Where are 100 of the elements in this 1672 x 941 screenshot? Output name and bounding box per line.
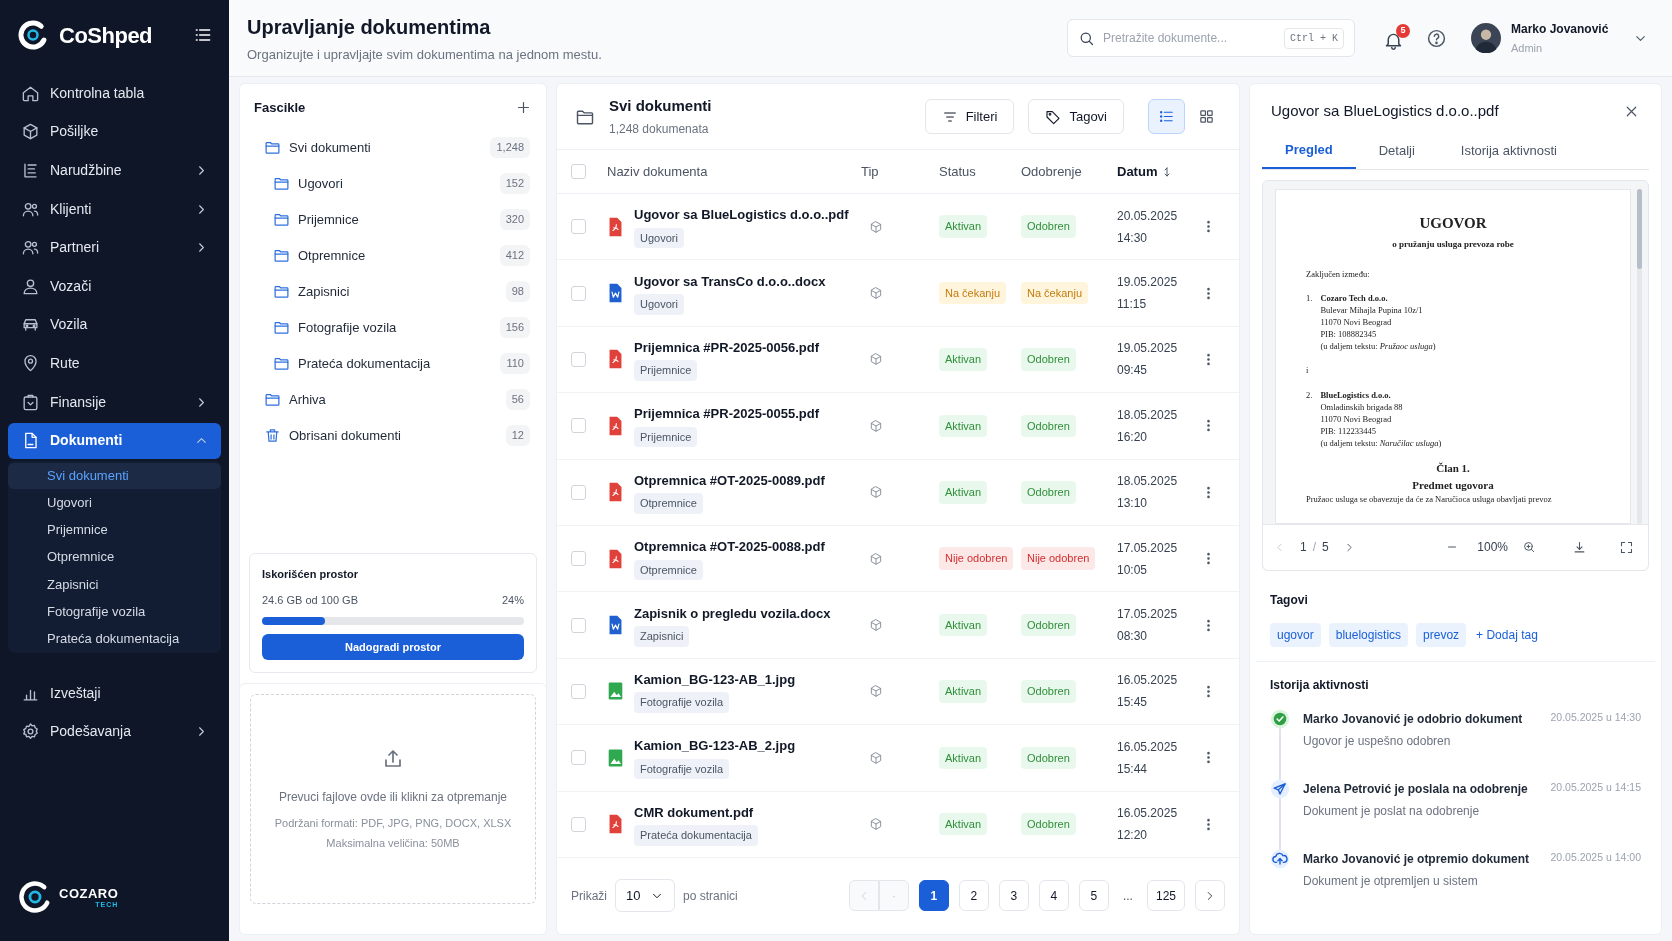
folder-item[interactable]: Zapisnici 98	[254, 273, 532, 310]
page-button[interactable]: 4	[1038, 880, 1069, 912]
status-badge: Aktivan	[939, 680, 988, 703]
party-detail: Bulevar Mihajla Pupina 10z/1	[1320, 304, 1424, 317]
notifications-button[interactable]: 5	[1381, 23, 1410, 53]
page-button[interactable]: 3	[998, 880, 1029, 912]
submenu-item[interactable]: Prijemnice	[8, 516, 221, 543]
filters-button[interactable]: Filteri	[924, 99, 1015, 134]
submenu-item[interactable]: Ugovori	[8, 489, 221, 516]
document-name[interactable]: Otpremnica #OT-2025-0089.pdf	[634, 470, 825, 491]
tab[interactable]: Pregled	[1262, 132, 1356, 169]
search-field[interactable]: Pretražite dokumente...	[1103, 29, 1276, 47]
checkbox[interactable]	[571, 164, 586, 179]
document-name[interactable]: Kamion_BG-123-AB_2.jpg	[634, 736, 796, 756]
sidebar-item[interactable]: Dokumenti	[8, 422, 221, 459]
submenu-item[interactable]: Prateća dokumentacija	[8, 625, 221, 652]
logo-icon	[17, 19, 49, 51]
upload-dropzone[interactable]: Prevuci fajlove ovde ili klikni za otpremanje Podržani formati: PDF, JPG, PNG, DOCX, XLSX Maksimalna veličina: 50MB	[250, 694, 536, 904]
tab[interactable]: Detalji	[1355, 132, 1438, 169]
table-row[interactable]: Ugovor sa BlueLogistics d.o.o..pdf Ugovori Aktivan Odobren 20.05.2025 14:30	[557, 194, 1239, 261]
document-name[interactable]: Zapisnik o pregledu vozila.docx	[634, 603, 831, 624]
status-badge: Aktivan	[939, 348, 988, 371]
checkbox[interactable]	[571, 484, 586, 500]
document-name[interactable]: Ugovor sa TransCo d.o.o..docx	[634, 271, 826, 292]
folder-item[interactable]: Prijemnice 320	[254, 201, 532, 238]
submenu-item[interactable]: Svi dokumenti	[8, 462, 221, 489]
checkbox[interactable]	[571, 816, 586, 832]
sidebar-item[interactable]: Podešavanja	[8, 713, 221, 750]
checkbox[interactable]	[571, 683, 586, 699]
table-row[interactable]: Otpremnica #OT-2025-0088.pdf Otpremnice Nije odobren Nije odobren 17.05.2025 10:05	[557, 525, 1239, 593]
sidebar-item[interactable]: Narudžbine	[8, 152, 221, 189]
sidebar-item[interactable]: Kontrolna tabla	[8, 75, 221, 112]
sidebar-item[interactable]: Vozila	[8, 306, 221, 343]
page-button[interactable]: 1	[918, 880, 949, 912]
sidebar-item[interactable]: Vozači	[8, 268, 221, 305]
page-size-select[interactable]: 10	[615, 879, 675, 913]
folder-item[interactable]: Ugovori 152	[254, 165, 532, 202]
add-tag-link[interactable]: + Dodaj tag	[1476, 625, 1538, 644]
checkbox[interactable]	[571, 285, 586, 301]
sidebar-item[interactable]: Klijenti	[8, 191, 221, 228]
checkbox[interactable]	[571, 750, 586, 766]
scrollbar-thumb[interactable]	[1637, 188, 1642, 269]
table-row[interactable]: Kamion_BG-123-AB_2.jpg Fotografije vozila Aktivan Odobren 16.05.2025 15:44	[557, 725, 1239, 792]
submenu-item[interactable]: Fotografije vozila	[8, 598, 221, 625]
help-button[interactable]	[1426, 27, 1447, 49]
table-row[interactable]: CMR dokument.pdf Prateća dokumentacija Aktivan Odobren 16.05.2025 12:20	[557, 791, 1239, 858]
checkbox[interactable]	[571, 418, 586, 434]
submenu-item[interactable]: Otpremnice	[8, 544, 221, 571]
document-name[interactable]: Prijemnica #PR-2025-0056.pdf	[634, 337, 819, 358]
status-badge: Aktivan	[939, 481, 988, 504]
search-bar[interactable]: Pretražite dokumente... Ctrl + K	[1067, 19, 1355, 57]
upgrade-button[interactable]: Nadogradi prostor	[262, 634, 524, 660]
checkbox[interactable]	[571, 219, 586, 235]
folder-item[interactable]: Prateća dokumentacija 110	[254, 345, 532, 382]
document-name[interactable]: Prijemnica #PR-2025-0055.pdf	[634, 404, 819, 424]
list-view-button[interactable]	[1148, 99, 1185, 134]
folder-item[interactable]: Obrisani dokumenti 12	[254, 417, 532, 454]
table-row[interactable]: Otpremnica #OT-2025-0089.pdf Otpremnice Aktivan Odobren 18.05.2025 13:10	[557, 459, 1239, 526]
tags-button[interactable]: Tagovi	[1028, 99, 1124, 134]
folder-item[interactable]: Svi dokumenti 1,248	[254, 129, 532, 166]
tag-icon	[1045, 108, 1062, 125]
table-row[interactable]: Prijemnica #PR-2025-0056.pdf Prijemnice Aktivan Odobren 19.05.2025 09:45	[557, 326, 1239, 394]
user-menu[interactable]: Marko Jovanović Admin	[1471, 19, 1648, 57]
page-button[interactable]: 5	[1078, 880, 1109, 912]
download-button[interactable]	[1572, 539, 1587, 555]
checkbox[interactable]	[571, 617, 586, 633]
page-button[interactable]: 2	[958, 880, 989, 912]
sidebar-item[interactable]: Rute	[8, 345, 221, 382]
document-text: i	[1306, 364, 1310, 377]
checkbox[interactable]	[571, 351, 586, 367]
checkbox[interactable]	[571, 551, 586, 567]
sidebar-item[interactable]: Izveštaji	[8, 675, 221, 712]
sidebar-item[interactable]: Finansije	[8, 384, 221, 421]
document-name[interactable]: Ugovor sa BlueLogistics d.o.o..pdf	[634, 205, 849, 225]
tab[interactable]: Istorija aktivnosti	[1437, 132, 1580, 169]
page-button[interactable]: 125	[1146, 880, 1185, 912]
date-text: 16.05.2025	[1117, 805, 1179, 823]
table-row[interactable]: Zapisnik o pregledu vozila.docx Zapisnici Aktivan Odobren 17.05.2025 08:30	[557, 592, 1239, 659]
approval-badge: Odobren	[1021, 414, 1076, 438]
notification-badge: 5	[1396, 23, 1410, 38]
table-row[interactable]: Kamion_BG-123-AB_1.jpg Fotografije vozila Aktivan Odobren 16.05.2025 15:45	[557, 658, 1239, 726]
zoom-in-button[interactable]	[1522, 540, 1536, 554]
table-row[interactable]: Ugovor sa TransCo d.o.o..docx Ugovori Na čekanju Na čekanju 19.05.2025 11:15	[557, 260, 1239, 327]
cloud-upload-icon	[1270, 848, 1290, 869]
sidebar-item[interactable]: Partneri	[8, 229, 221, 266]
document-name[interactable]: Kamion_BG-123-AB_1.jpg	[634, 669, 796, 690]
sidebar-item[interactable]: Pošiljke	[8, 113, 221, 150]
folder-tag: Ugovori	[634, 227, 684, 249]
document-name[interactable]: CMR dokument.pdf	[634, 802, 754, 823]
folder-item[interactable]: Fotografije vozila 156	[254, 309, 532, 346]
submenu-item[interactable]: Zapisnici	[8, 571, 221, 598]
folder-icon	[273, 283, 290, 300]
table-row[interactable]: Prijemnica #PR-2025-0055.pdf Prijemnice Aktivan Odobren 18.05.2025 16:20	[557, 393, 1239, 460]
fullscreen-button[interactable]	[1619, 539, 1634, 555]
time-text: 10:05	[1117, 561, 1149, 579]
folder-item[interactable]: Arhiva 56	[254, 381, 532, 418]
page-separator: /	[1312, 539, 1317, 556]
document-name[interactable]: Otpremnica #OT-2025-0088.pdf	[634, 537, 825, 557]
date-text: 20.05.2025	[1117, 207, 1179, 225]
folder-item[interactable]: Otpremnice 412	[254, 237, 532, 274]
